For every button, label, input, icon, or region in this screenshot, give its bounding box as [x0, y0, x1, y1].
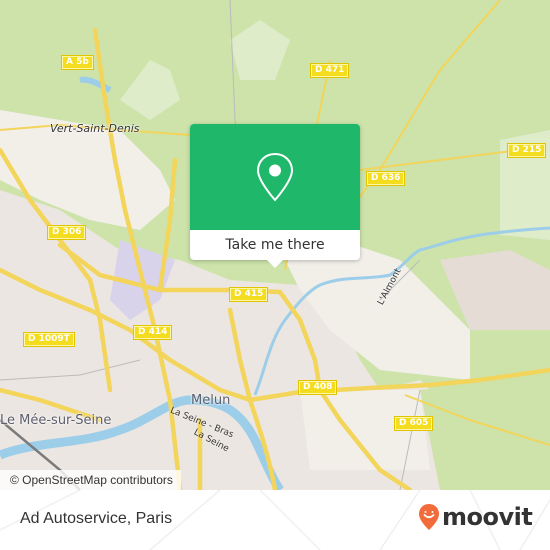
map-attribution[interactable]: © OpenStreetMap contributors	[0, 470, 181, 490]
footer: Ad Autoservice, Paris moovit	[0, 490, 550, 550]
road-label-d605: D 605	[393, 416, 434, 431]
popup-tail	[266, 259, 284, 268]
place-title: Ad Autoservice, Paris	[20, 510, 173, 527]
road-label-a5b: A 5b	[61, 55, 94, 70]
moovit-pin-icon	[419, 504, 439, 530]
map-view[interactable]: A 5b D 471 D 215 D 636 D 306 D 415 D 414…	[0, 0, 550, 490]
popup-header	[190, 124, 360, 230]
road-label-d1009t: D 1009T	[23, 332, 75, 347]
place-label-le-mee-sur-seine: Le Mée-sur-Seine	[0, 413, 112, 428]
road-label-d471: D 471	[309, 63, 350, 78]
take-me-there-button[interactable]: Take me there	[190, 230, 360, 260]
moovit-logo[interactable]: moovit	[418, 502, 533, 532]
road-label-d636: D 636	[365, 171, 406, 186]
moovit-wordmark: moovit	[442, 503, 533, 531]
place-label-melun: Melun	[191, 393, 231, 408]
road-label-d215: D 215	[506, 143, 547, 158]
place-label-vert-saint-denis: Vert-Saint-Denis	[50, 122, 140, 135]
location-popup[interactable]: Take me there	[190, 124, 360, 268]
road-label-d408: D 408	[297, 380, 338, 395]
map-pin-icon	[256, 152, 294, 202]
road-label-d415: D 415	[228, 287, 269, 302]
road-label-d306: D 306	[46, 225, 87, 240]
road-label-d414: D 414	[132, 325, 173, 340]
